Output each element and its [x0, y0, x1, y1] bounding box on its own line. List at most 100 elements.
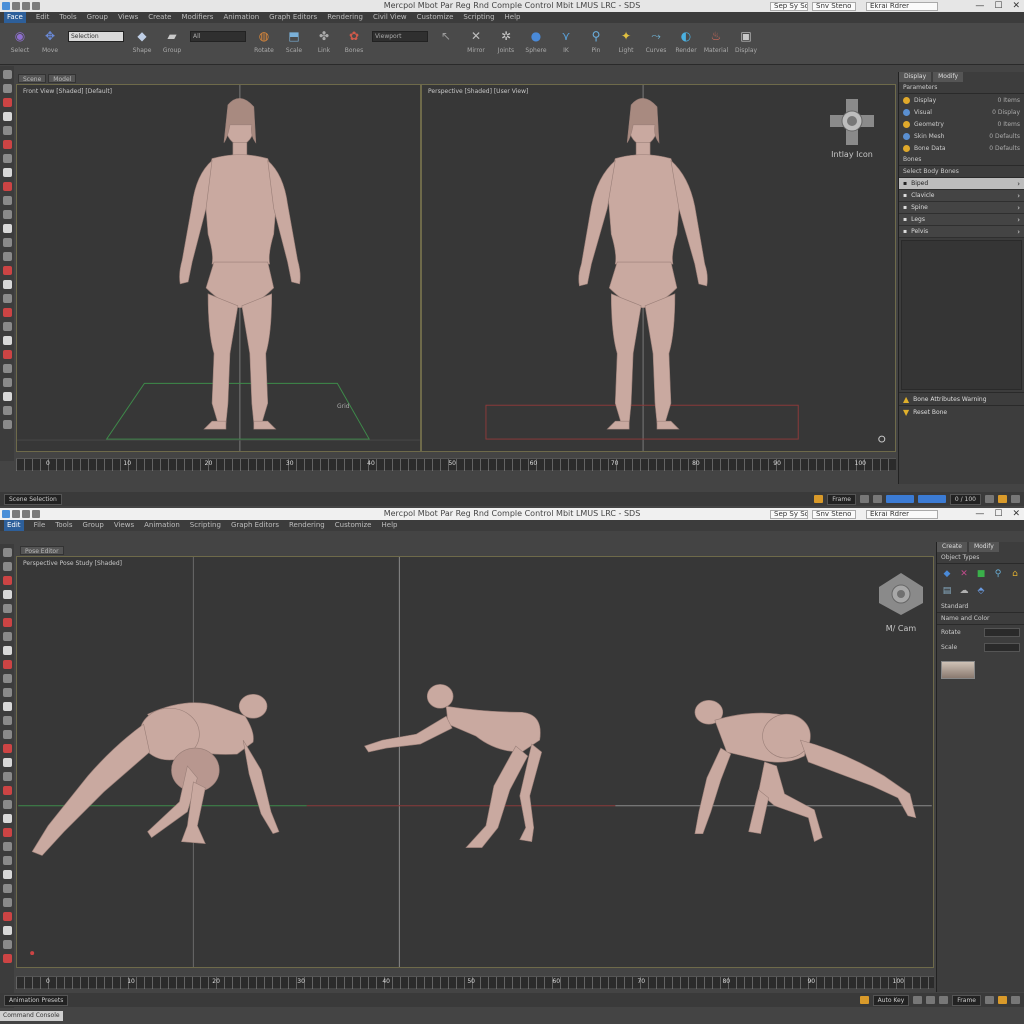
menu-item[interactable]: Civil View — [373, 12, 407, 23]
play-icon[interactable] — [859, 495, 869, 503]
minimize-button[interactable]: — — [975, 509, 984, 519]
title-field-3[interactable]: Ekrai Rdrer — [866, 510, 938, 519]
tab-pose-editor[interactable]: Pose Editor — [20, 546, 64, 555]
play-icon[interactable] — [913, 996, 923, 1004]
status-presets[interactable]: Animation Presets — [4, 994, 69, 1006]
tab-modify[interactable]: Modify — [968, 542, 999, 552]
side-tool-icon[interactable] — [2, 280, 12, 289]
joint-tool-button[interactable]: ✲ Joints — [494, 27, 518, 60]
side-tool-icon[interactable] — [2, 576, 12, 585]
side-tool-icon[interactable] — [2, 322, 12, 331]
bone-item[interactable]: ▪ Biped › — [899, 178, 1024, 190]
scale-tool-button[interactable]: ⬒ Scale — [282, 27, 306, 60]
box-tool-button[interactable]: ▰ Group — [160, 27, 184, 60]
title-field-1[interactable]: Sep Sy Sqrad — [770, 510, 808, 519]
menu-item[interactable]: Scripting — [190, 520, 221, 531]
bone-list[interactable] — [901, 240, 1022, 390]
command-console-tab[interactable]: Command Console — [0, 1011, 63, 1021]
side-tool-icon[interactable] — [2, 898, 12, 907]
close-button[interactable]: ✕ — [1012, 509, 1020, 519]
side-tool-icon[interactable] — [2, 954, 12, 963]
side-tool-icon[interactable] — [2, 238, 12, 247]
chevron-right-icon[interactable]: › — [1017, 216, 1020, 224]
side-tool-icon[interactable] — [2, 730, 12, 739]
view-cube[interactable]: Intlay Icon — [826, 97, 878, 159]
view-cube-icon[interactable] — [875, 571, 927, 617]
camera-tool-button[interactable]: ▣ Display — [734, 27, 758, 60]
side-tool-icon[interactable] — [2, 590, 12, 599]
side-tool-icon[interactable] — [2, 182, 12, 191]
side-tool-icon[interactable] — [2, 126, 12, 135]
menu-item[interactable]: Group — [87, 12, 108, 23]
rotate-tool-button[interactable]: ◍ Rotate — [252, 27, 276, 60]
sphere-icon[interactable]: ◆ — [941, 568, 953, 580]
tab-display[interactable]: Display — [899, 72, 932, 82]
pan-icon[interactable] — [998, 996, 1007, 1004]
material-thumbnail[interactable] — [941, 661, 975, 679]
stop-icon[interactable] — [926, 996, 936, 1004]
shape-icon[interactable]: ✕ — [958, 568, 970, 580]
maximize-button[interactable]: ☐ — [994, 1, 1002, 11]
cloud-icon[interactable]: ☁ — [958, 585, 970, 597]
render-tool-button[interactable]: ◐ Render — [674, 27, 698, 60]
select-tool-button[interactable]: ◉ Select — [8, 27, 32, 60]
tab-modify[interactable]: Modify — [933, 72, 964, 82]
menu-item[interactable]: File — [34, 520, 46, 531]
key-icon[interactable] — [859, 996, 869, 1004]
side-tool-icon[interactable] — [2, 604, 12, 613]
title-field-3[interactable]: Ekrai Rdrer — [866, 2, 938, 11]
ik-tool-button[interactable]: ⋎ IK — [554, 27, 578, 60]
bone-item[interactable]: ▪ Pelvis › — [899, 226, 1024, 238]
menu-item[interactable]: Graph Editors — [269, 12, 317, 23]
side-tool-icon[interactable] — [2, 168, 12, 177]
chevron-right-icon[interactable]: › — [1017, 192, 1020, 200]
sphere-tool-button[interactable]: ● Sphere — [524, 27, 548, 60]
side-tool-icon[interactable] — [2, 716, 12, 725]
menu-item[interactable]: Customize — [335, 520, 372, 531]
parameter-row[interactable]: Skin Mesh 0 Defaults — [899, 130, 1024, 142]
side-tool-icon[interactable] — [2, 842, 12, 851]
auto-key-field[interactable]: Auto Key — [872, 994, 910, 1006]
viewport-perspective[interactable]: Perspective [Shaded] [User View] Intlay … — [421, 84, 896, 452]
viewport-perspective-canvas[interactable] — [422, 85, 895, 451]
menu-item[interactable]: Edit — [4, 520, 24, 531]
pin-tool-button[interactable]: ⚲ Pin — [584, 27, 608, 60]
title-field-2[interactable]: Snv Steno — [812, 510, 856, 519]
side-tool-icon[interactable] — [2, 814, 12, 823]
zoom-icon[interactable] — [985, 495, 994, 503]
scale-input[interactable] — [984, 643, 1020, 652]
side-tool-icon[interactable] — [2, 772, 12, 781]
timeline[interactable]: 0 10 20 30 40 50 60 70 80 90 100 — [16, 976, 934, 989]
toolbar-field[interactable]: Selection — [68, 31, 124, 42]
maximize-button[interactable]: ☐ — [994, 509, 1002, 519]
viewport-front-canvas[interactable] — [17, 85, 420, 451]
side-tool-icon[interactable] — [2, 420, 12, 429]
status-selection[interactable]: Scene Selection — [4, 493, 62, 505]
parameter-row[interactable]: Visual 0 Display — [899, 106, 1024, 118]
side-tool-icon[interactable] — [2, 224, 12, 233]
side-tool-icon[interactable] — [2, 688, 12, 697]
panel-icon[interactable]: ▤ — [941, 585, 953, 597]
auto-key-toggle[interactable] — [885, 495, 914, 503]
viewport-front[interactable]: Front View [Shaded] [Default] Grid — [16, 84, 421, 452]
side-tool-icon[interactable] — [2, 406, 12, 415]
side-tool-icon[interactable] — [2, 70, 12, 79]
teapot-tool-button[interactable]: ♨ Material — [704, 27, 728, 60]
view-cube-icon[interactable] — [826, 97, 878, 147]
menu-item[interactable]: Tools — [55, 520, 72, 531]
menu-item[interactable]: Animation — [144, 520, 180, 531]
parameter-row[interactable]: Display 0 Items — [899, 94, 1024, 106]
minimize-button[interactable]: — — [975, 1, 984, 11]
side-tool-icon[interactable] — [2, 940, 12, 949]
menu-item[interactable]: Rendering — [327, 12, 363, 23]
chevron-right-icon[interactable]: › — [1017, 204, 1020, 212]
side-tool-icon[interactable] — [2, 378, 12, 387]
side-tool-icon[interactable] — [2, 926, 12, 935]
side-tool-icon[interactable] — [2, 294, 12, 303]
chevron-right-icon[interactable]: › — [1017, 228, 1020, 236]
side-tool-icon[interactable] — [2, 786, 12, 795]
menu-item[interactable]: Animation — [223, 12, 259, 23]
bone-warning-row[interactable]: ▲ Bone Attributes Warning — [899, 392, 1024, 405]
set-key-toggle[interactable] — [917, 495, 946, 503]
link-tool-button[interactable]: ✤ Link — [312, 27, 336, 60]
